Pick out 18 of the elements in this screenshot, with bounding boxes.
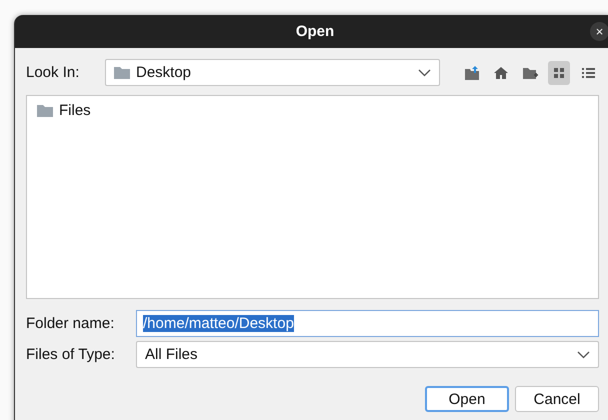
folder-up-icon — [464, 64, 480, 80]
open-button[interactable]: Open — [425, 386, 509, 412]
folder-icon — [114, 66, 130, 79]
look-in-label: Look In: — [26, 64, 80, 81]
close-button[interactable]: × — [590, 22, 608, 41]
grid-view-button[interactable] — [548, 60, 570, 84]
file-type-label: Files of Type: — [26, 346, 116, 363]
chevron-down-icon — [577, 350, 590, 358]
window-title: Open — [296, 23, 334, 40]
cancel-button[interactable]: Cancel — [515, 386, 599, 412]
file-type-dropdown[interactable]: All Files — [136, 341, 599, 368]
file-item[interactable]: Files — [35, 100, 93, 121]
look-in-dropdown[interactable]: Desktop — [105, 59, 440, 86]
home-icon — [493, 64, 509, 80]
folder-name-label: Folder name: — [26, 315, 116, 332]
folder-icon — [37, 104, 53, 117]
chevron-down-icon — [418, 68, 431, 76]
folder-name-field[interactable]: /home/matteo/Desktop — [136, 310, 599, 337]
